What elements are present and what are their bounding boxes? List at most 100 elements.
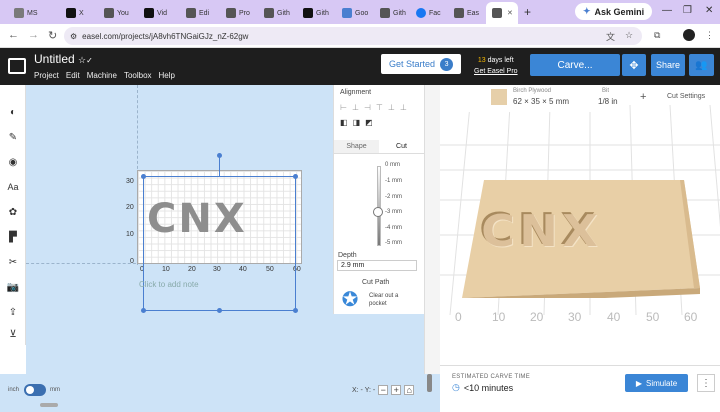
align-right-icon[interactable]: ⊣	[364, 103, 371, 112]
tab-label: MS	[27, 9, 38, 17]
shapes-icon[interactable]: ◐	[6, 105, 20, 119]
selection-box[interactable]	[143, 176, 296, 311]
tab-label: Pro	[239, 9, 250, 17]
align-top-icon[interactable]: ⊤	[376, 103, 383, 112]
group-icon[interactable]: ◧	[340, 118, 348, 127]
depth-input[interactable]: 2.9 mm	[337, 260, 417, 271]
menu-project[interactable]: Project	[34, 71, 59, 80]
zoom-out-button[interactable]: −	[378, 385, 389, 395]
browser-tab[interactable]: Gith	[258, 4, 290, 22]
preview-axis-tick: 0	[455, 310, 462, 324]
circle-target-icon[interactable]: ◉	[6, 155, 20, 169]
clock-icon: ◷	[452, 382, 460, 392]
github-icon	[303, 8, 313, 18]
zoom-in-button[interactable]: +	[391, 385, 402, 395]
menu-help[interactable]: Help	[159, 71, 175, 80]
resize-handle[interactable]	[141, 174, 146, 179]
combine-icon[interactable]: ◩	[365, 118, 373, 127]
align-center-icon[interactable]: ⊥	[352, 103, 359, 112]
align-middle-icon[interactable]: ⊥	[388, 103, 395, 112]
ungroup-icon[interactable]: ◨	[353, 118, 361, 127]
estimated-time-value: <10 minutes	[463, 382, 514, 393]
close-window-icon[interactable]: ✕	[705, 5, 713, 16]
more-options-icon[interactable]: ⋮	[697, 374, 715, 392]
browser-tab[interactable]: Fac	[410, 4, 441, 22]
icons-icon[interactable]: ✿	[6, 205, 20, 219]
gemini-sparkle-icon: ✦	[583, 6, 591, 16]
bit-value[interactable]: 1/8 in	[598, 97, 618, 106]
pocket-star-icon[interactable]: ✪	[338, 289, 362, 311]
url-bar[interactable]: ⚙ easel.com/projects/jA8vh6TNGaiGJz_nZ-6…	[64, 27, 642, 45]
pen-icon[interactable]: ✎	[6, 130, 20, 144]
browser-tab-active[interactable]: ✕	[486, 2, 518, 24]
depth-slider-track[interactable]	[377, 166, 381, 246]
get-pro-link[interactable]: Get Easel Pro	[474, 66, 518, 77]
tab-label: Gith	[277, 9, 290, 17]
resize-handle[interactable]	[293, 174, 298, 179]
get-started-button[interactable]: Get Started 3	[381, 54, 461, 74]
profile-avatar[interactable]	[683, 29, 695, 41]
carve-button[interactable]: Carve...	[530, 54, 620, 76]
simulate-button[interactable]: ▶ Simulate	[625, 374, 688, 392]
import-icon[interactable]: ⇪	[6, 305, 20, 319]
maximize-icon[interactable]: ❐	[683, 5, 692, 16]
menu-toolbox[interactable]: Toolbox	[124, 71, 152, 80]
camera-icon[interactable]: 📷	[6, 280, 20, 294]
site-info-icon[interactable]: ⚙	[70, 32, 77, 41]
resize-handle[interactable]	[293, 308, 298, 313]
zero-icon[interactable]: ⊻	[6, 327, 20, 341]
panel-scrollbar[interactable]	[424, 85, 440, 374]
browser-tab[interactable]: Gith	[374, 4, 406, 22]
bookmark-star-icon[interactable]: ☆	[625, 30, 633, 41]
project-title[interactable]: Untitled ☆✓	[34, 52, 93, 66]
text-icon[interactable]: Aa	[6, 180, 20, 194]
easel-logo-icon[interactable]	[8, 58, 26, 74]
menu-machine[interactable]: Machine	[87, 71, 117, 80]
browser-tab[interactable]: Vid	[138, 4, 167, 22]
rotation-handle[interactable]	[217, 153, 222, 158]
menu-edit[interactable]: Edit	[66, 71, 80, 80]
align-left-icon[interactable]: ⊢	[340, 103, 347, 112]
browser-tab[interactable]: Gith	[297, 4, 329, 22]
apps-icon[interactable]: ▛	[6, 230, 20, 244]
star-icon[interactable]: ☆	[78, 55, 86, 65]
move-icon[interactable]: ✥	[622, 54, 646, 76]
tab-label: Goo	[355, 9, 369, 17]
ask-gemini-button[interactable]: ✦ Ask Gemini	[575, 3, 653, 20]
translate-icon[interactable]: 文	[606, 30, 615, 43]
add-note-placeholder[interactable]: Click to add note	[139, 280, 199, 289]
reload-icon[interactable]: ↻	[48, 29, 57, 42]
browser-tab[interactable]: You	[98, 4, 129, 22]
tab-shape[interactable]: Shape	[334, 140, 379, 153]
home-icon[interactable]: ⌂	[404, 385, 415, 395]
close-tab-icon[interactable]: ✕	[507, 9, 513, 17]
depth-slider-handle[interactable]	[373, 207, 383, 217]
horizontal-scrollbar[interactable]	[40, 403, 58, 407]
resize-handle[interactable]	[217, 308, 222, 313]
vertical-scrollbar[interactable]	[427, 374, 432, 392]
browser-tab[interactable]: Pro	[220, 4, 250, 22]
users-icon[interactable]: 👥	[689, 54, 714, 76]
add-bit-icon[interactable]: +	[640, 91, 646, 103]
extensions-icon[interactable]: ⧉	[654, 30, 660, 41]
cut-settings-button[interactable]: Cut Settings	[667, 93, 705, 100]
browser-menu-icon[interactable]: ⋮	[705, 30, 714, 41]
browser-tab[interactable]: MS	[8, 4, 38, 22]
browser-tab[interactable]: X	[60, 4, 84, 22]
material-size: 62 × 35 × 5 mm	[513, 97, 570, 106]
new-tab-button[interactable]: +	[524, 5, 531, 19]
resize-handle[interactable]	[141, 308, 146, 313]
unit-toggle[interactable]	[24, 384, 46, 396]
share-button[interactable]: Share	[651, 54, 685, 76]
browser-tab[interactable]: Eas	[448, 4, 479, 22]
browser-tab[interactable]: Edi	[180, 4, 209, 22]
align-bottom-icon[interactable]: ⊥	[400, 103, 407, 112]
tab-favicon-icon	[144, 8, 154, 18]
tab-cut[interactable]: Cut	[379, 140, 424, 153]
minimize-icon[interactable]: —	[662, 5, 672, 16]
back-icon[interactable]: ←	[8, 29, 19, 41]
forward-icon[interactable]: →	[28, 29, 39, 41]
get-started-count: 3	[440, 57, 454, 71]
browser-tab[interactable]: Goo	[336, 4, 368, 22]
cut-icon[interactable]: ✂	[6, 255, 20, 269]
